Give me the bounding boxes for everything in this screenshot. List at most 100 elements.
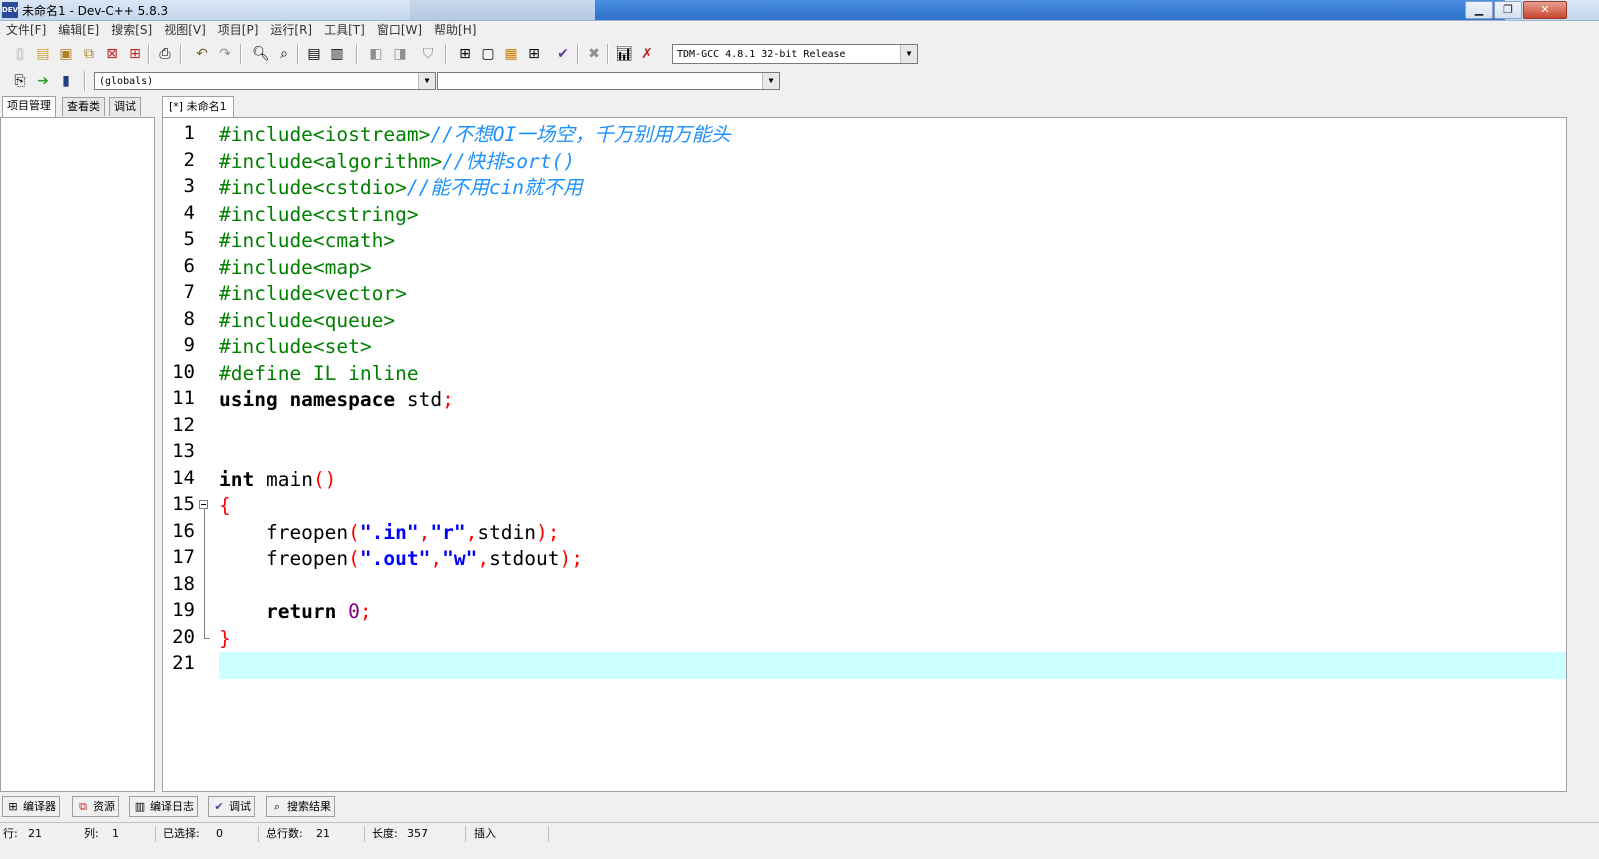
unindent-icon: ▥ (330, 46, 344, 62)
editor-tabs: [*] 未命名1 (162, 96, 1567, 117)
compile-run-button[interactable]: ▦ (501, 44, 521, 64)
tab-label: 编译器 (23, 800, 56, 813)
status-separator (258, 826, 259, 842)
window-title: 未命名1 - Dev-C++ 5.8.3 (22, 4, 169, 18)
preprocessor-text: #include<queue> (219, 308, 396, 332)
chevron-down-icon: ▼ (900, 45, 917, 63)
replace-icon: ⌕ (280, 46, 288, 62)
string-text: "r" (430, 520, 466, 544)
line-number: 15 (172, 493, 195, 515)
line-number-gutter: 1 2 3 4 5 6 7 8 9 10 11 12 13 14 15 16 1… (163, 118, 217, 791)
line-number: 6 (183, 254, 195, 277)
tab-search-results[interactable]: ⌕ 搜索结果 (266, 796, 335, 817)
minimize-button[interactable]: ▁ (1465, 1, 1493, 19)
goto-button[interactable]: ➔ (33, 71, 53, 91)
menu-tools[interactable]: 工具[T] (318, 21, 371, 40)
menu-view[interactable]: 视图[V] (158, 21, 212, 40)
identifier-text: stdout (489, 547, 560, 570)
comment-text: //能不用cin就不用 (406, 176, 583, 199)
member-select[interactable]: ▼ (437, 72, 780, 90)
code-line-14: int main() (219, 467, 1566, 494)
rebuild-button[interactable]: ⊞ (524, 44, 544, 64)
line-number: 9 (183, 334, 195, 356)
status-insert-mode: 插入 (474, 827, 496, 840)
scope-select[interactable]: (globals) ▼ (94, 72, 436, 90)
restore-button[interactable]: ❐ (1494, 1, 1522, 19)
save-disk-icon: ▣ (59, 46, 73, 62)
code-line-4: #include<cstring> (219, 202, 1566, 229)
line-number: 20 (172, 625, 195, 648)
tab-untitled1[interactable]: [*] 未命名1 (162, 96, 234, 117)
tab-label: 资源 (93, 800, 115, 813)
goto-arrow-icon: ➔ (37, 73, 49, 89)
menu-bar: 文件[F] 编辑[E] 搜索[S] 视图[V] 项目[P] 运行[R] 工具[T] 窗口[W]… (0, 21, 1599, 40)
code-editor[interactable]: 1 2 3 4 5 6 7 8 9 10 11 12 13 14 15 16 1… (162, 117, 1567, 792)
tab-project-manager[interactable]: 项目管理 (2, 96, 56, 117)
menu-run[interactable]: 运行[R] (264, 21, 318, 40)
tab-class-view[interactable]: 查看类 (62, 97, 105, 116)
tab-resources[interactable]: ⧉ 资源 (72, 796, 119, 817)
code-line-5: #include<cmath> (219, 228, 1566, 255)
comment-text: //不想OI一场空，千万别用万能头 (430, 123, 731, 146)
code-area[interactable]: #include<iostream>//不想OI一场空，千万别用万能头 #inc… (219, 118, 1566, 791)
toggle-bookmark2-button[interactable]: ▮ (56, 71, 76, 91)
close-file-button[interactable]: ⊠ (102, 44, 122, 64)
code-line-8: #include<queue> (219, 308, 1566, 335)
goto-next-button[interactable]: ◨ (390, 44, 410, 64)
menu-edit[interactable]: 编辑[E] (52, 21, 105, 40)
unindent-button[interactable]: ▥ (327, 44, 347, 64)
save-all-button[interactable]: ⧉ (79, 44, 99, 64)
status-separator (155, 826, 156, 842)
replace-button[interactable]: ⌕ (274, 44, 294, 64)
fold-collapse-icon[interactable] (199, 500, 208, 509)
tab-compiler[interactable]: ⊞ 编译器 (2, 796, 60, 817)
project-panel[interactable] (0, 117, 155, 792)
code-line-21-current (219, 652, 1566, 679)
code-line-15: { (219, 493, 1566, 520)
find-button[interactable]: 🔍︎ (251, 44, 271, 64)
print-button[interactable]: ⎙ (155, 44, 175, 64)
tab-label: 搜索结果 (287, 800, 331, 813)
toggle-bookmark-button[interactable]: ⛉ (418, 44, 438, 64)
close-button[interactable]: ✕ (1523, 1, 1567, 19)
debug-button[interactable]: ✔ (553, 44, 573, 64)
menu-search[interactable]: 搜索[S] (105, 21, 158, 40)
open-file-button[interactable]: ▤ (33, 44, 53, 64)
delete-profile-button[interactable]: ✗ (637, 44, 657, 64)
symbol-text: , (477, 547, 490, 570)
menu-window[interactable]: 窗口[W] (371, 21, 428, 40)
check-icon: ✔ (557, 46, 569, 62)
tab-label: 编译日志 (150, 800, 194, 813)
code-line-19: return 0; (219, 599, 1566, 626)
goto-prev-button[interactable]: ◧ (366, 44, 386, 64)
insert-button[interactable]: ⎘ (10, 71, 30, 91)
bookmark-prev-icon: ◧ (369, 46, 383, 62)
symbol-text: , (465, 520, 478, 544)
compile-button[interactable]: ⊞ (455, 44, 475, 64)
stop-button[interactable]: ✖ (584, 44, 604, 64)
tab-compile-log[interactable]: ▥ 编译日志 (129, 796, 198, 817)
menu-help[interactable]: 帮助[H] (428, 21, 482, 40)
line-number: 12 (172, 413, 195, 436)
bookmark-icon: ⛉ (422, 46, 434, 62)
undo-button[interactable]: ↶ (192, 44, 212, 64)
close-all-button[interactable]: ⊞ (125, 44, 145, 64)
symbol-text: ; (359, 600, 372, 623)
menu-project[interactable]: 项目[P] (212, 21, 265, 40)
save-button[interactable]: ▣ (56, 44, 76, 64)
compiler-select[interactable]: TDM-GCC 4.8.1 32-bit Release ▼ (672, 44, 918, 64)
new-file-icon: ▯ (16, 46, 24, 62)
redo-icon: ↷ (219, 46, 231, 62)
indent-button[interactable]: ▤ (304, 44, 324, 64)
run-button[interactable]: ▢ (478, 44, 498, 64)
tab-debug-output[interactable]: ✔ 调试 (208, 796, 255, 817)
compile-run-icon: ▦ (504, 46, 518, 62)
new-file-button[interactable]: ▯ (10, 44, 30, 64)
line-number: 2 (183, 148, 195, 171)
menu-file[interactable]: 文件[F] (0, 21, 52, 40)
redo-button[interactable]: ↷ (215, 44, 235, 64)
profile-button[interactable]: 📊︎ (614, 44, 634, 64)
tab-debug[interactable]: 调试 (109, 97, 141, 116)
compile-log-chart-icon: ▥ (134, 800, 146, 813)
